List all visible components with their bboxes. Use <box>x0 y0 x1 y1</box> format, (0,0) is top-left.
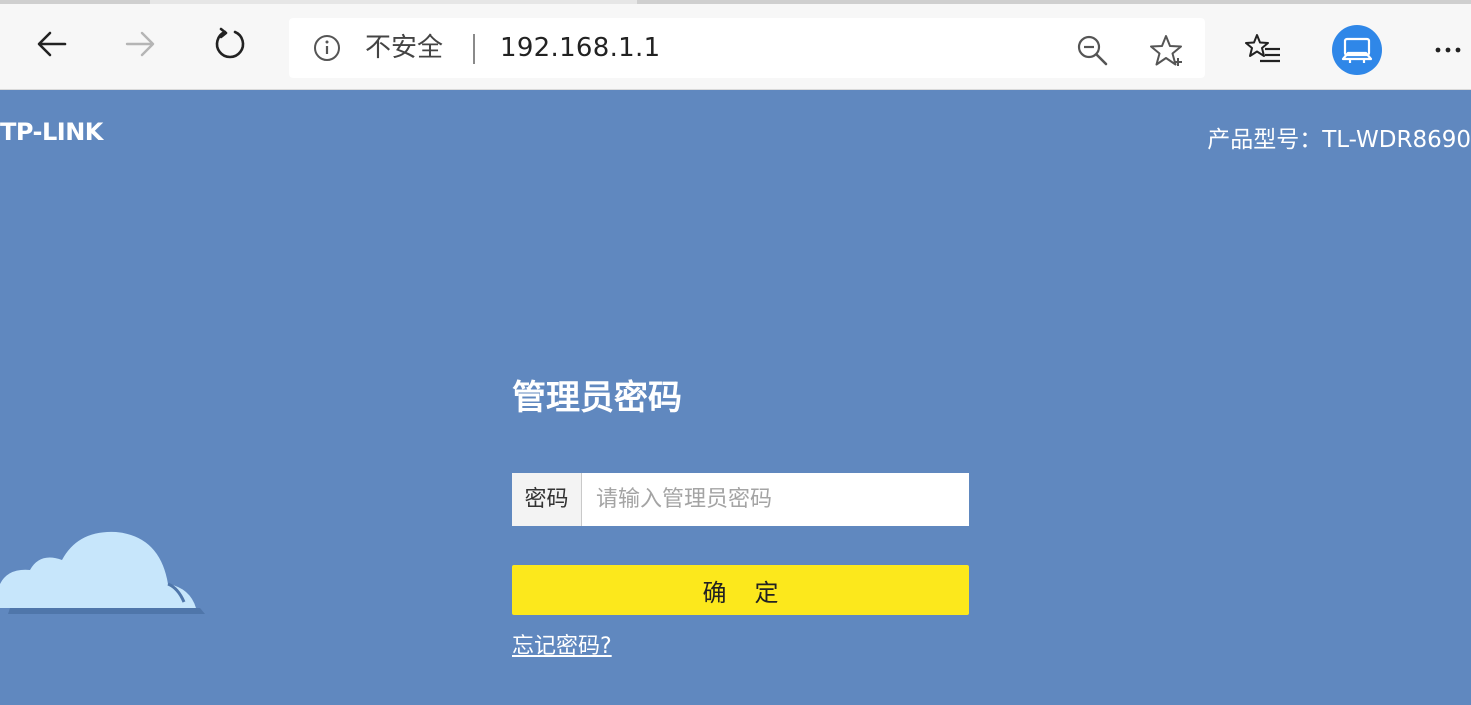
arrow-left-icon <box>37 31 67 57</box>
password-field-group: 密码 <box>512 473 969 526</box>
arrow-right-icon <box>125 31 155 57</box>
product-model-label: 产品型号：TL-WDR8690 <box>1207 127 1471 153</box>
back-button[interactable] <box>34 26 70 62</box>
profile-avatar-icon <box>1341 37 1373 63</box>
profile-avatar[interactable] <box>1332 25 1382 75</box>
more-dots-icon[interactable] <box>1428 32 1468 68</box>
password-input[interactable] <box>582 473 969 526</box>
brand-logo: TP-LINK <box>0 118 103 146</box>
forgot-password-link[interactable]: 忘记密码? <box>512 632 612 662</box>
address-bar[interactable]: 不安全 192.168.1.1 <box>289 18 1205 78</box>
forward-button[interactable] <box>122 26 158 62</box>
star-add-icon[interactable] <box>1148 33 1184 69</box>
refresh-icon <box>215 27 245 59</box>
browser-toolbar: 不安全 192.168.1.1 <box>0 4 1471 90</box>
confirm-button[interactable]: 确定 <box>512 565 969 615</box>
password-field-label: 密码 <box>512 473 582 526</box>
zoom-out-icon[interactable] <box>1075 33 1109 67</box>
login-title: 管理员密码 <box>512 378 682 418</box>
url-text[interactable]: 192.168.1.1 <box>500 30 660 66</box>
address-separator <box>473 34 475 64</box>
info-circle-icon[interactable] <box>313 34 341 62</box>
favorites-list-icon[interactable] <box>1245 32 1281 68</box>
cloud-decoration <box>0 531 205 614</box>
refresh-button[interactable] <box>212 26 248 62</box>
security-indicator-text[interactable]: 不安全 <box>365 30 443 66</box>
